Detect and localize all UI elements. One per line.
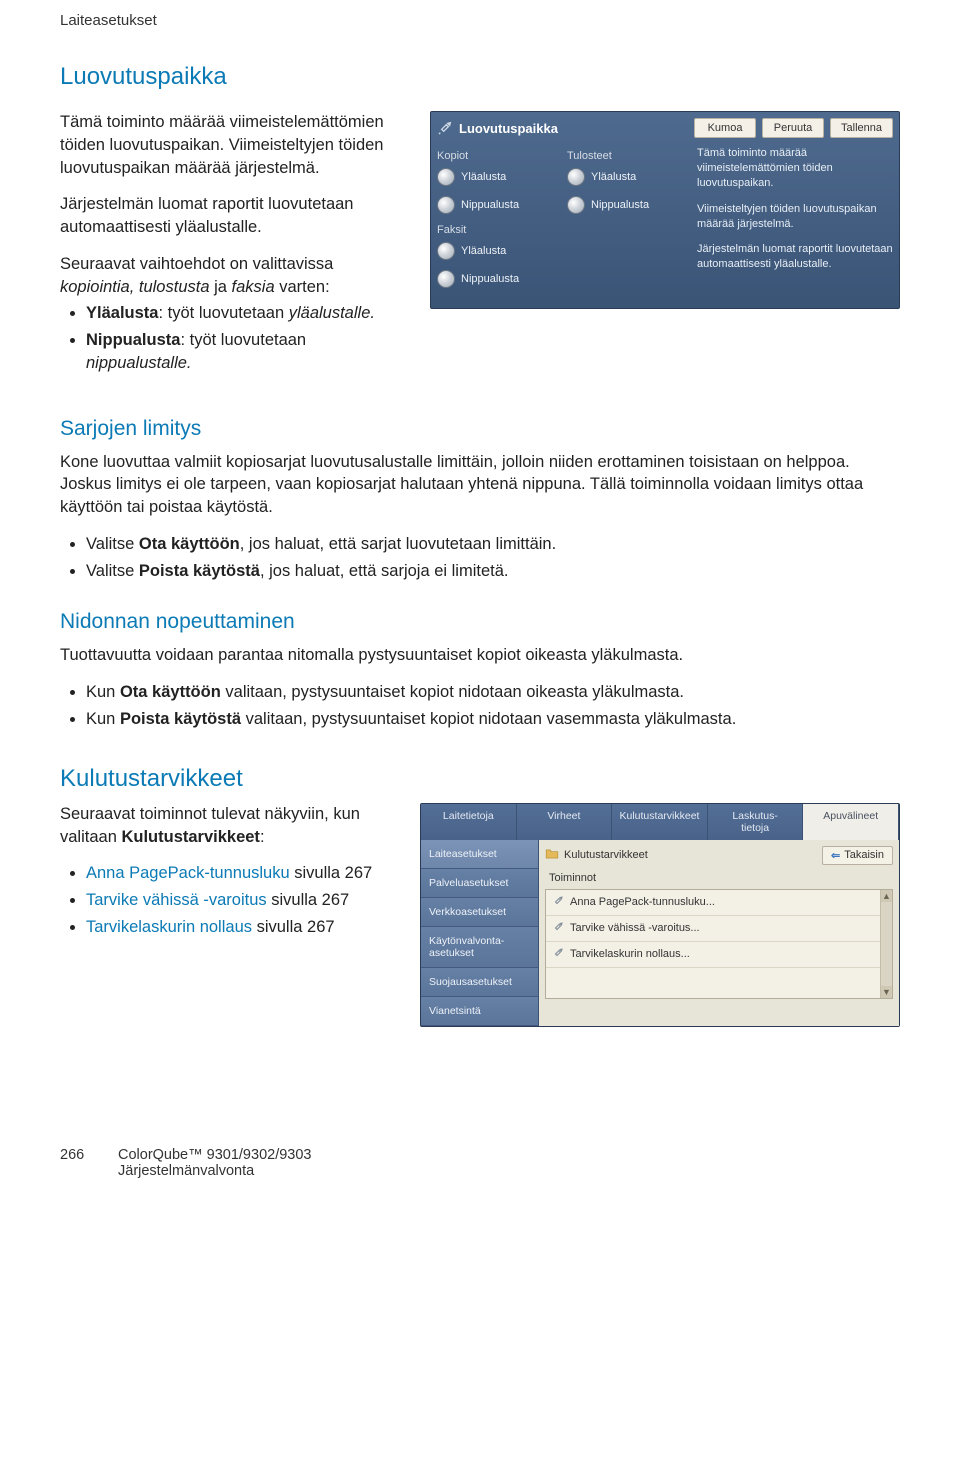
save-button[interactable]: Tallenna [830,118,893,138]
undo-button[interactable]: Kumoa [694,118,756,138]
sidebar-item-palveluasetukset[interactable]: Palveluasetukset [421,869,538,898]
page-number: 266 [60,1147,100,1179]
sidebar: Laiteasetukset Palveluasetukset Verkkoas… [421,840,539,1026]
heading-luovutuspaikka: Luovutuspaikka [60,63,900,91]
tools-icon [437,120,453,136]
sidebar-item-verkkoasetukset[interactable]: Verkkoasetukset [421,898,538,927]
page-header: Laiteasetukset [0,0,960,29]
page-footer: 266 ColorQube™ 9301/9302/9303 Järjestelm… [0,1057,960,1199]
radio-option[interactable]: Yläalusta [437,168,557,186]
tab-laitetietoja[interactable]: Laitetietoja [421,804,517,840]
breadcrumb-folder: Kulutustarvikkeet [545,848,648,863]
heading-nidonnan-nopeuttaminen: Nidonnan nopeuttaminen [60,610,900,634]
sidebar-item-kaytonvalvonta[interactable]: Käytönvalvonta-asetukset [421,927,538,968]
back-button[interactable]: ⇐ Takaisin [822,846,893,865]
link-anna-pagepack[interactable]: Anna PagePack-tunnusluku [86,864,290,882]
para-s1-options-intro: Seuraavat vaihtoehdot on valittavissa ko… [60,253,412,299]
screenshot-luovutuspaikka-panel: Luovutuspaikka Kumoa Peruuta Tallenna Ko… [430,111,900,309]
heading-sarjojen-limitys: Sarjojen limitys [60,417,900,441]
list-item: Tarvike vähissä -varoitus sivulla 267 [86,889,400,912]
wrench-icon [552,895,564,910]
radio-option[interactable]: Nippualusta [437,196,557,214]
radio-option[interactable]: Nippualusta [437,270,557,288]
list-item: Kun Ota käyttöön valitaan, pystysuuntais… [86,681,900,704]
footer-product: ColorQube™ 9301/9302/9303 [118,1147,311,1163]
cancel-button[interactable]: Peruuta [762,118,824,138]
list-item: Yläalusta: työt luovutetaan yläalustalle… [86,302,412,325]
footer-sub: Järjestelmänvalvonta [118,1163,311,1179]
radio-icon [437,270,455,288]
radio-option[interactable]: Yläalusta [567,168,687,186]
folder-icon [545,848,559,863]
tab-laskutustietoja[interactable]: Laskutus- tietoja [708,804,804,840]
para-s4-intro: Seuraavat toiminnot tulevat näkyviin, ku… [60,803,400,849]
list-item: Anna PagePack-tunnusluku sivulla 267 [86,862,400,885]
col-label-tulosteet: Tulosteet [567,150,687,162]
list-s3: Kun Ota käyttöön valitaan, pystysuuntais… [60,681,900,731]
col-label-kopiot: Kopiot [437,150,557,162]
heading-kulutustarvikkeet: Kulutustarvikkeet [60,765,900,793]
scroll-up-icon[interactable]: ▲ [881,890,892,902]
tab-bar: Laitetietoja Virheet Kulutustarvikkeet L… [421,804,899,840]
radio-option[interactable]: Nippualusta [567,196,687,214]
para-s2-1: Kone luovuttaa valmiit kopiosarjat luovu… [60,451,900,519]
sidebar-item-suojausasetukset[interactable]: Suojausasetukset [421,968,538,997]
radio-option[interactable]: Yläalusta [437,242,557,260]
list-item: Kun Poista käytöstä valitaan, pystysuunt… [86,708,900,731]
wrench-icon [552,947,564,962]
para-s1-1: Tämä toiminto määrää viimeistelemättömie… [60,111,412,179]
sidebar-item-vianetsinta[interactable]: Vianetsintä [421,997,538,1026]
panel-info-text: Tämä toiminto määrää viimeistelemättömie… [697,146,893,298]
wrench-icon [552,921,564,936]
screenshot-apuvalineet-panel: Laitetietoja Virheet Kulutustarvikkeet L… [420,803,900,1027]
link-tarvike-vahissa[interactable]: Tarvike vähissä -varoitus [86,891,267,909]
col-label-faksit: Faksit [437,224,557,236]
scroll-down-icon[interactable]: ▼ [881,986,892,998]
arrow-left-icon: ⇐ [831,849,840,862]
list-item: Nippualusta: työt luovutetaan nippualust… [86,329,412,375]
para-s3-1: Tuottavuutta voidaan parantaa nitomalla … [60,644,900,667]
list-item: Tarvikelaskurin nollaus sivulla 267 [86,916,400,939]
sidebar-item-laiteasetukset[interactable]: Laiteasetukset [421,840,538,869]
list-item[interactable]: Tarvike vähissä -varoitus... [546,916,892,942]
list-item: Valitse Ota käyttöön, jos haluat, että s… [86,533,900,556]
radio-icon [437,242,455,260]
scrollbar[interactable]: ▲ ▼ [880,890,892,998]
list-box: Anna PagePack-tunnusluku... Tarvike vähi… [545,889,893,999]
link-tarvikelaskurin-nollaus[interactable]: Tarvikelaskurin nollaus [86,918,252,936]
para-s1-2: Järjestelmän luomat raportit luovutetaan… [60,193,412,239]
list-item[interactable]: Anna PagePack-tunnusluku... [546,890,892,916]
tab-virheet[interactable]: Virheet [517,804,613,840]
radio-icon [437,196,455,214]
list-s4-links: Anna PagePack-tunnusluku sivulla 267 Tar… [60,862,400,938]
list-item[interactable]: Tarvikelaskurin nollaus... [546,942,892,968]
panel-title: Luovutuspaikka [459,121,688,136]
list-header: Toiminnot [545,869,893,889]
tab-kulutustarvikkeet[interactable]: Kulutustarvikkeet [612,804,708,840]
list-item: Valitse Poista käytöstä, jos haluat, ett… [86,560,900,583]
radio-icon [437,168,455,186]
radio-icon [567,196,585,214]
tab-apuvalineet[interactable]: Apuvälineet [803,804,899,840]
list-s1-options: Yläalusta: työt luovutetaan yläalustalle… [60,302,412,374]
radio-icon [567,168,585,186]
list-s2: Valitse Ota käyttöön, jos haluat, että s… [60,533,900,583]
